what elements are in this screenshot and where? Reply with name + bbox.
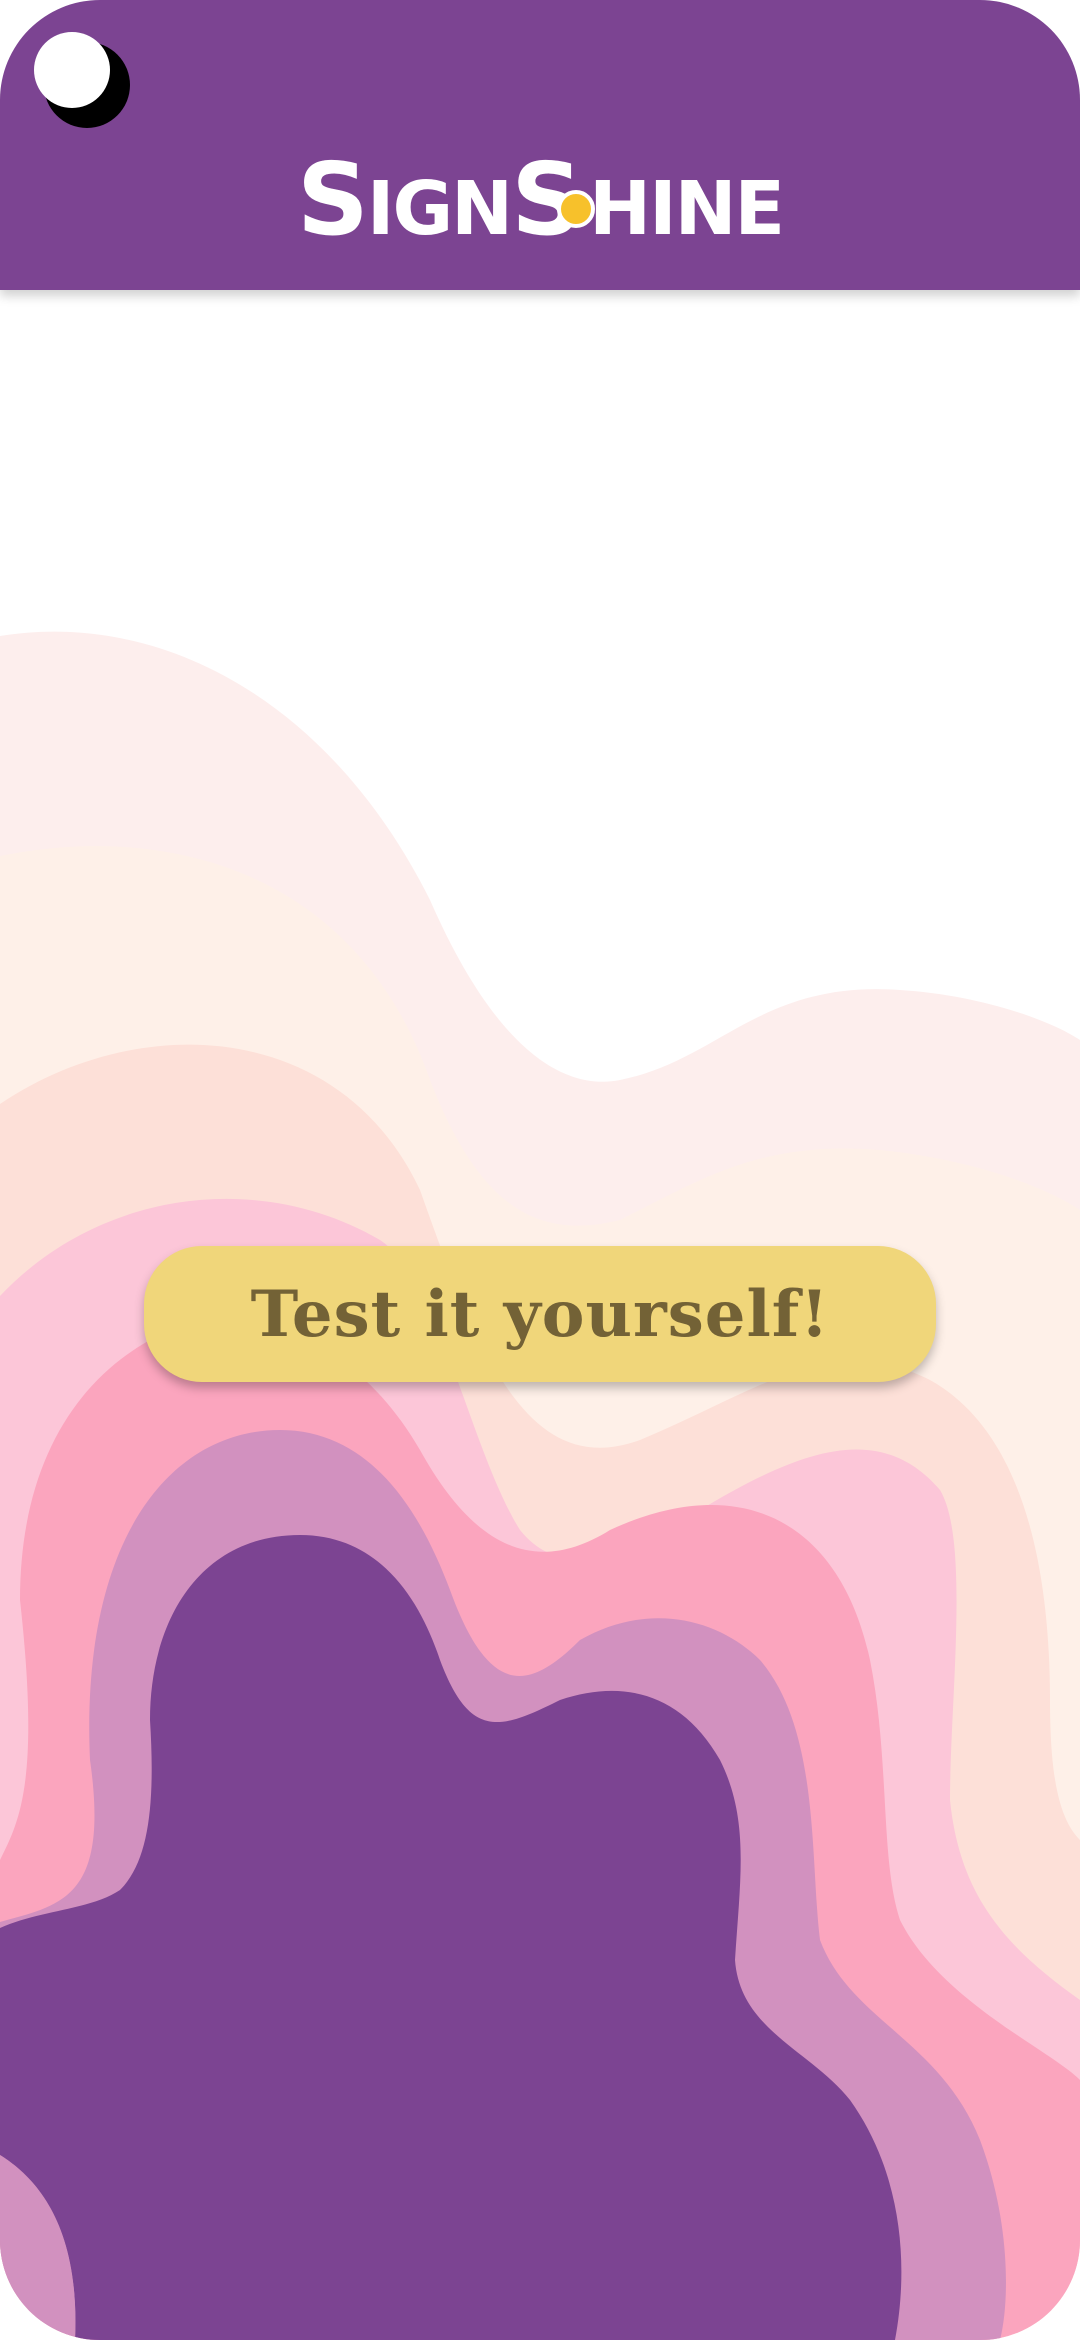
app-screen: SIGNS HINE Test it yourself! [0, 0, 1080, 2340]
app-logo: SIGNS HINE [0, 150, 1080, 250]
menu-toggle-face [34, 32, 110, 108]
test-it-yourself-button[interactable]: Test it yourself! [144, 1246, 936, 1382]
test-it-yourself-label: Test it yourself! [250, 1276, 830, 1352]
logo-letter-s1: S [296, 141, 369, 258]
menu-toggle-icon[interactable] [34, 32, 130, 128]
wave-background [0, 631, 1080, 2340]
logo-text-hine: HINE [589, 166, 785, 252]
logo-text-ign: IGN [366, 166, 513, 252]
app-header: SIGNS HINE [0, 0, 1080, 290]
